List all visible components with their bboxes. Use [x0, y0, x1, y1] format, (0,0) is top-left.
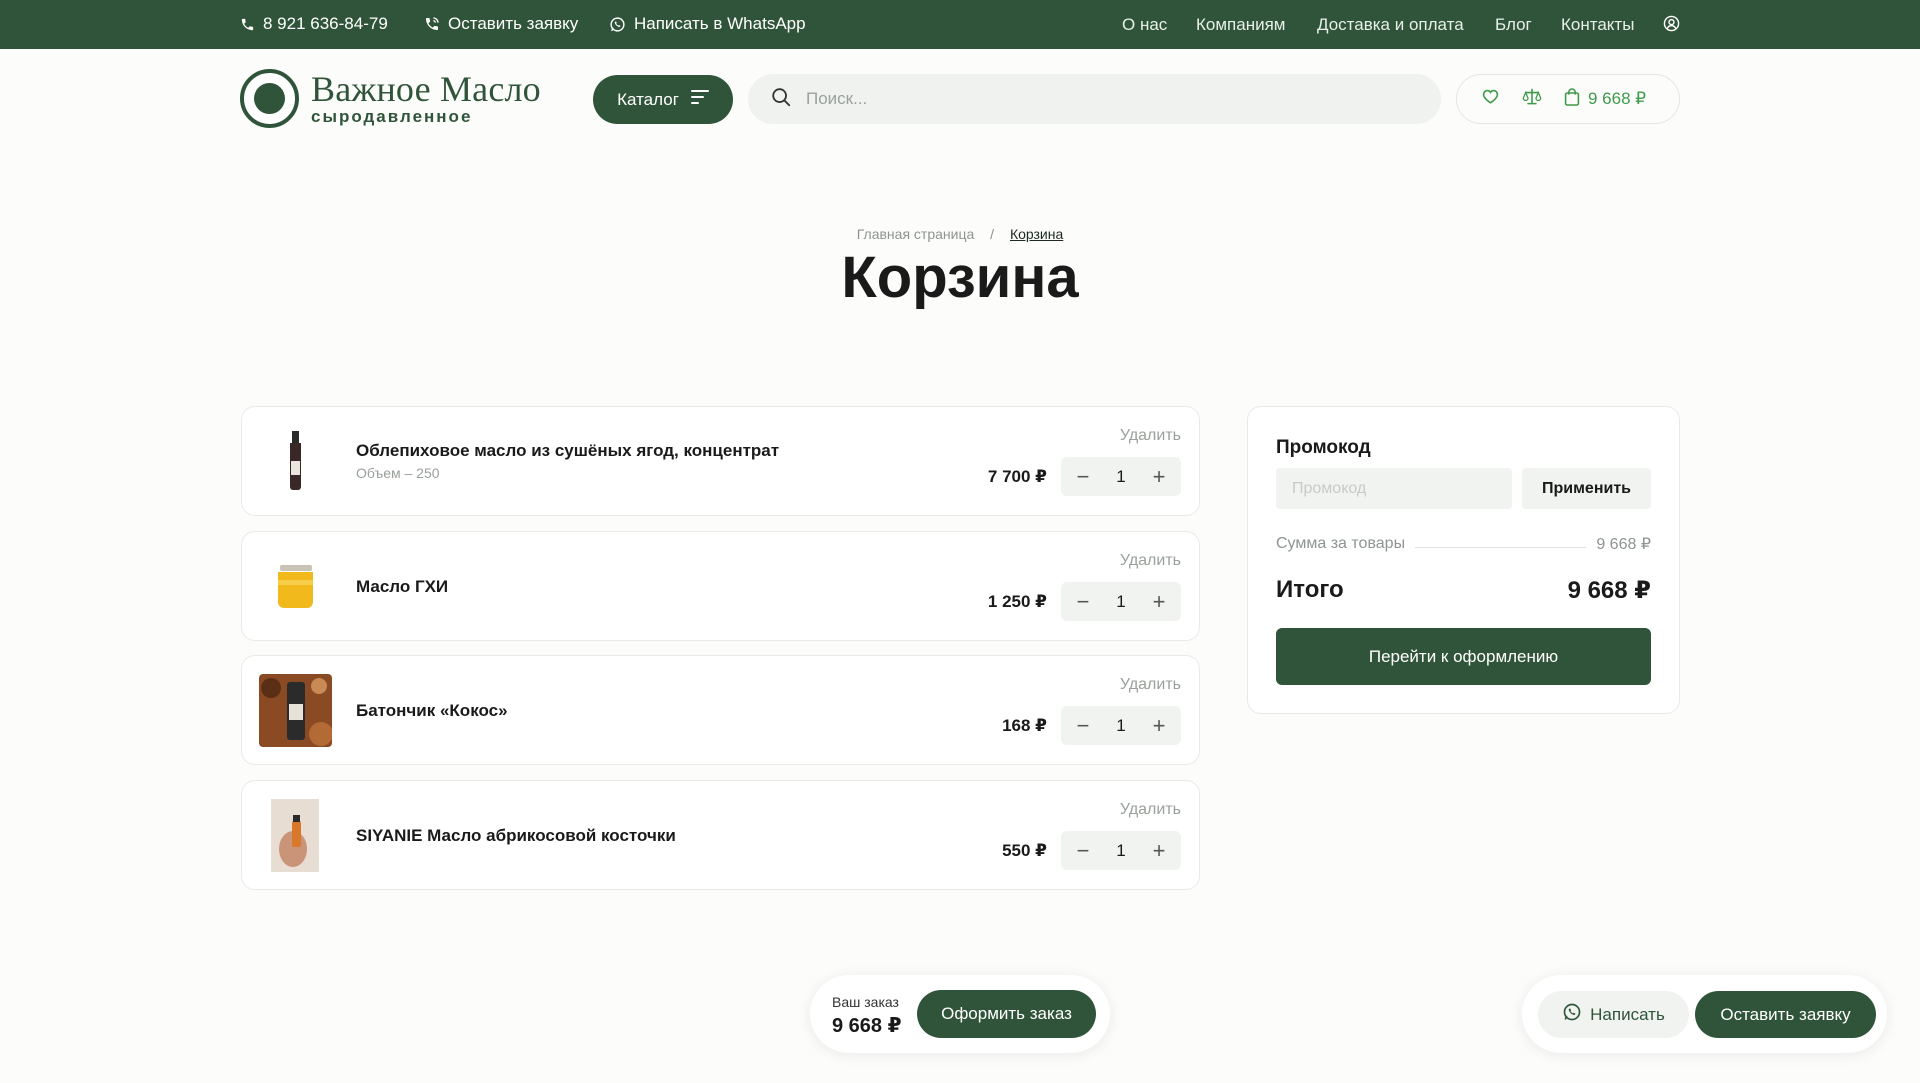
quantity-stepper: − 1 + — [1061, 831, 1181, 870]
nav-contacts[interactable]: Контакты — [1561, 15, 1634, 35]
favorites-heart-icon[interactable] — [1481, 87, 1500, 111]
decrease-quantity-button[interactable]: − — [1073, 590, 1093, 613]
product-image-coconut-bar[interactable] — [259, 674, 332, 747]
order-amount: 9 668 ₽ — [832, 1015, 902, 1037]
product-image-apricot-oil[interactable] — [259, 799, 332, 872]
product-title[interactable]: SIYANIE Масло абрикосовой косточки — [356, 826, 676, 846]
breadcrumb-current[interactable]: Корзина — [1010, 226, 1063, 242]
remove-button[interactable]: Удалить — [1120, 552, 1181, 570]
total-value: 9 668 ₽ — [1567, 577, 1651, 604]
product-image-ghee[interactable] — [259, 550, 332, 623]
write-label: Написать — [1590, 1004, 1665, 1024]
subtotal-label: Сумма за товары — [1276, 535, 1406, 552]
compare-scales-icon[interactable] — [1522, 87, 1542, 111]
whatsapp-icon — [1562, 1002, 1582, 1027]
floating-contact-bar: Написать Оставить заявку — [1522, 975, 1887, 1053]
quantity-value[interactable]: 1 — [1116, 467, 1125, 487]
subtotal-row: Сумма за товары 9 668 ₽ — [1276, 534, 1651, 554]
leave-request-button[interactable]: Оставить заявку — [1695, 991, 1876, 1038]
header-actions: 9 668 ₽ — [1456, 74, 1680, 124]
total-row: Итого 9 668 ₽ — [1276, 576, 1651, 605]
cart-item: SIYANIE Масло абрикосовой косточки Удали… — [241, 780, 1200, 890]
proceed-to-checkout-button[interactable]: Перейти к оформлению — [1276, 628, 1651, 685]
order-label: Ваш заказ — [832, 994, 899, 1010]
increase-quantity-button[interactable]: + — [1149, 465, 1169, 488]
increase-quantity-button[interactable]: + — [1149, 839, 1169, 862]
breadcrumb-separator: / — [990, 226, 995, 242]
product-price: 1 250 ₽ — [987, 592, 1047, 611]
nav-companies[interactable]: Компаниям — [1196, 15, 1285, 35]
breadcrumb: Главная страница / Корзина — [0, 226, 1920, 242]
top-bar: 8 921 636-84-79 Оставить заявку Написать… — [0, 0, 1920, 49]
phone-call-icon — [424, 16, 440, 32]
quantity-value[interactable]: 1 — [1116, 592, 1125, 612]
phone-number: 8 921 636-84-79 — [263, 14, 388, 33]
increase-quantity-button[interactable]: + — [1149, 714, 1169, 737]
product-price: 550 ₽ — [1002, 841, 1047, 860]
header: Важное Масло сыродавленное Каталог 9 668… — [0, 49, 1920, 149]
quantity-stepper: − 1 + — [1061, 706, 1181, 745]
product-image-sea-buckthorn-oil[interactable] — [259, 425, 332, 498]
logo-name: Важное Масло — [311, 68, 541, 109]
write-whatsapp-button[interactable]: Написать — [1538, 991, 1689, 1038]
promo-title: Промокод — [1276, 437, 1371, 458]
breadcrumb-home[interactable]: Главная страница — [857, 226, 975, 242]
order-summary: Промокод Применить Сумма за товары 9 668… — [1247, 406, 1680, 714]
total-label: Итого — [1276, 576, 1344, 603]
shopping-bag-icon — [1564, 87, 1580, 111]
logo[interactable]: Важное Масло сыродавленное — [240, 69, 541, 128]
quantity-value[interactable]: 1 — [1116, 716, 1125, 736]
increase-quantity-button[interactable]: + — [1149, 590, 1169, 613]
remove-button[interactable]: Удалить — [1120, 676, 1181, 694]
search-input[interactable] — [806, 89, 1406, 109]
remove-button[interactable]: Удалить — [1120, 801, 1181, 819]
search-icon — [770, 86, 792, 113]
nav-about[interactable]: О нас — [1122, 15, 1167, 35]
subtotal-value: 9 668 ₽ — [1596, 536, 1651, 553]
logo-subtitle: сыродавленное — [311, 106, 473, 126]
cart-button[interactable]: 9 668 ₽ — [1564, 87, 1647, 111]
floating-order-bar: Ваш заказ 9 668 ₽ Оформить заказ — [810, 975, 1110, 1053]
decrease-quantity-button[interactable]: − — [1073, 839, 1093, 862]
catalog-label: Каталог — [617, 89, 679, 109]
quantity-stepper: − 1 + — [1061, 457, 1181, 496]
phone-link[interactable]: 8 921 636-84-79 — [240, 14, 388, 34]
quantity-value[interactable]: 1 — [1116, 841, 1125, 861]
request-call-link[interactable]: Оставить заявку — [424, 14, 578, 34]
dotted-divider — [1415, 540, 1587, 548]
product-price: 168 ₽ — [1002, 716, 1047, 735]
decrease-quantity-button[interactable]: − — [1073, 714, 1093, 737]
nav-delivery[interactable]: Доставка и оплата — [1317, 15, 1464, 35]
filter-lines-icon — [690, 89, 709, 110]
quantity-stepper: − 1 + — [1061, 582, 1181, 621]
decrease-quantity-button[interactable]: − — [1073, 465, 1093, 488]
whatsapp-icon — [609, 16, 626, 33]
nav-blog[interactable]: Блог — [1495, 15, 1532, 35]
product-volume: Объем – 250 — [356, 465, 440, 481]
request-call-label: Оставить заявку — [448, 14, 579, 33]
promo-code-input[interactable] — [1276, 468, 1512, 509]
place-order-button[interactable]: Оформить заказ — [917, 990, 1096, 1038]
apply-promo-button[interactable]: Применить — [1522, 468, 1651, 509]
logo-emblem-icon — [240, 69, 299, 128]
product-title[interactable]: Облепиховое масло из сушёных ягод, конце… — [356, 441, 779, 461]
product-title[interactable]: Масло ГХИ — [356, 577, 448, 597]
cart-total: 9 668 ₽ — [1588, 89, 1647, 108]
search-bar[interactable] — [748, 74, 1441, 124]
whatsapp-link[interactable]: Написать в WhatsApp — [609, 14, 806, 34]
cart-item: Батончик «Кокос» Удалить 168 ₽ − 1 + — [241, 655, 1200, 765]
cart-item: Облепиховое масло из сушёных ягод, конце… — [241, 406, 1200, 516]
remove-button[interactable]: Удалить — [1120, 427, 1181, 445]
whatsapp-label: Написать в WhatsApp — [634, 14, 806, 33]
cart-item: Масло ГХИ Удалить 1 250 ₽ − 1 + — [241, 531, 1200, 641]
catalog-button[interactable]: Каталог — [593, 75, 733, 124]
phone-icon — [240, 17, 255, 32]
product-price: 7 700 ₽ — [987, 467, 1047, 486]
user-account-icon[interactable] — [1663, 15, 1680, 32]
page-title: Корзина — [841, 245, 1079, 310]
product-title[interactable]: Батончик «Кокос» — [356, 701, 508, 721]
